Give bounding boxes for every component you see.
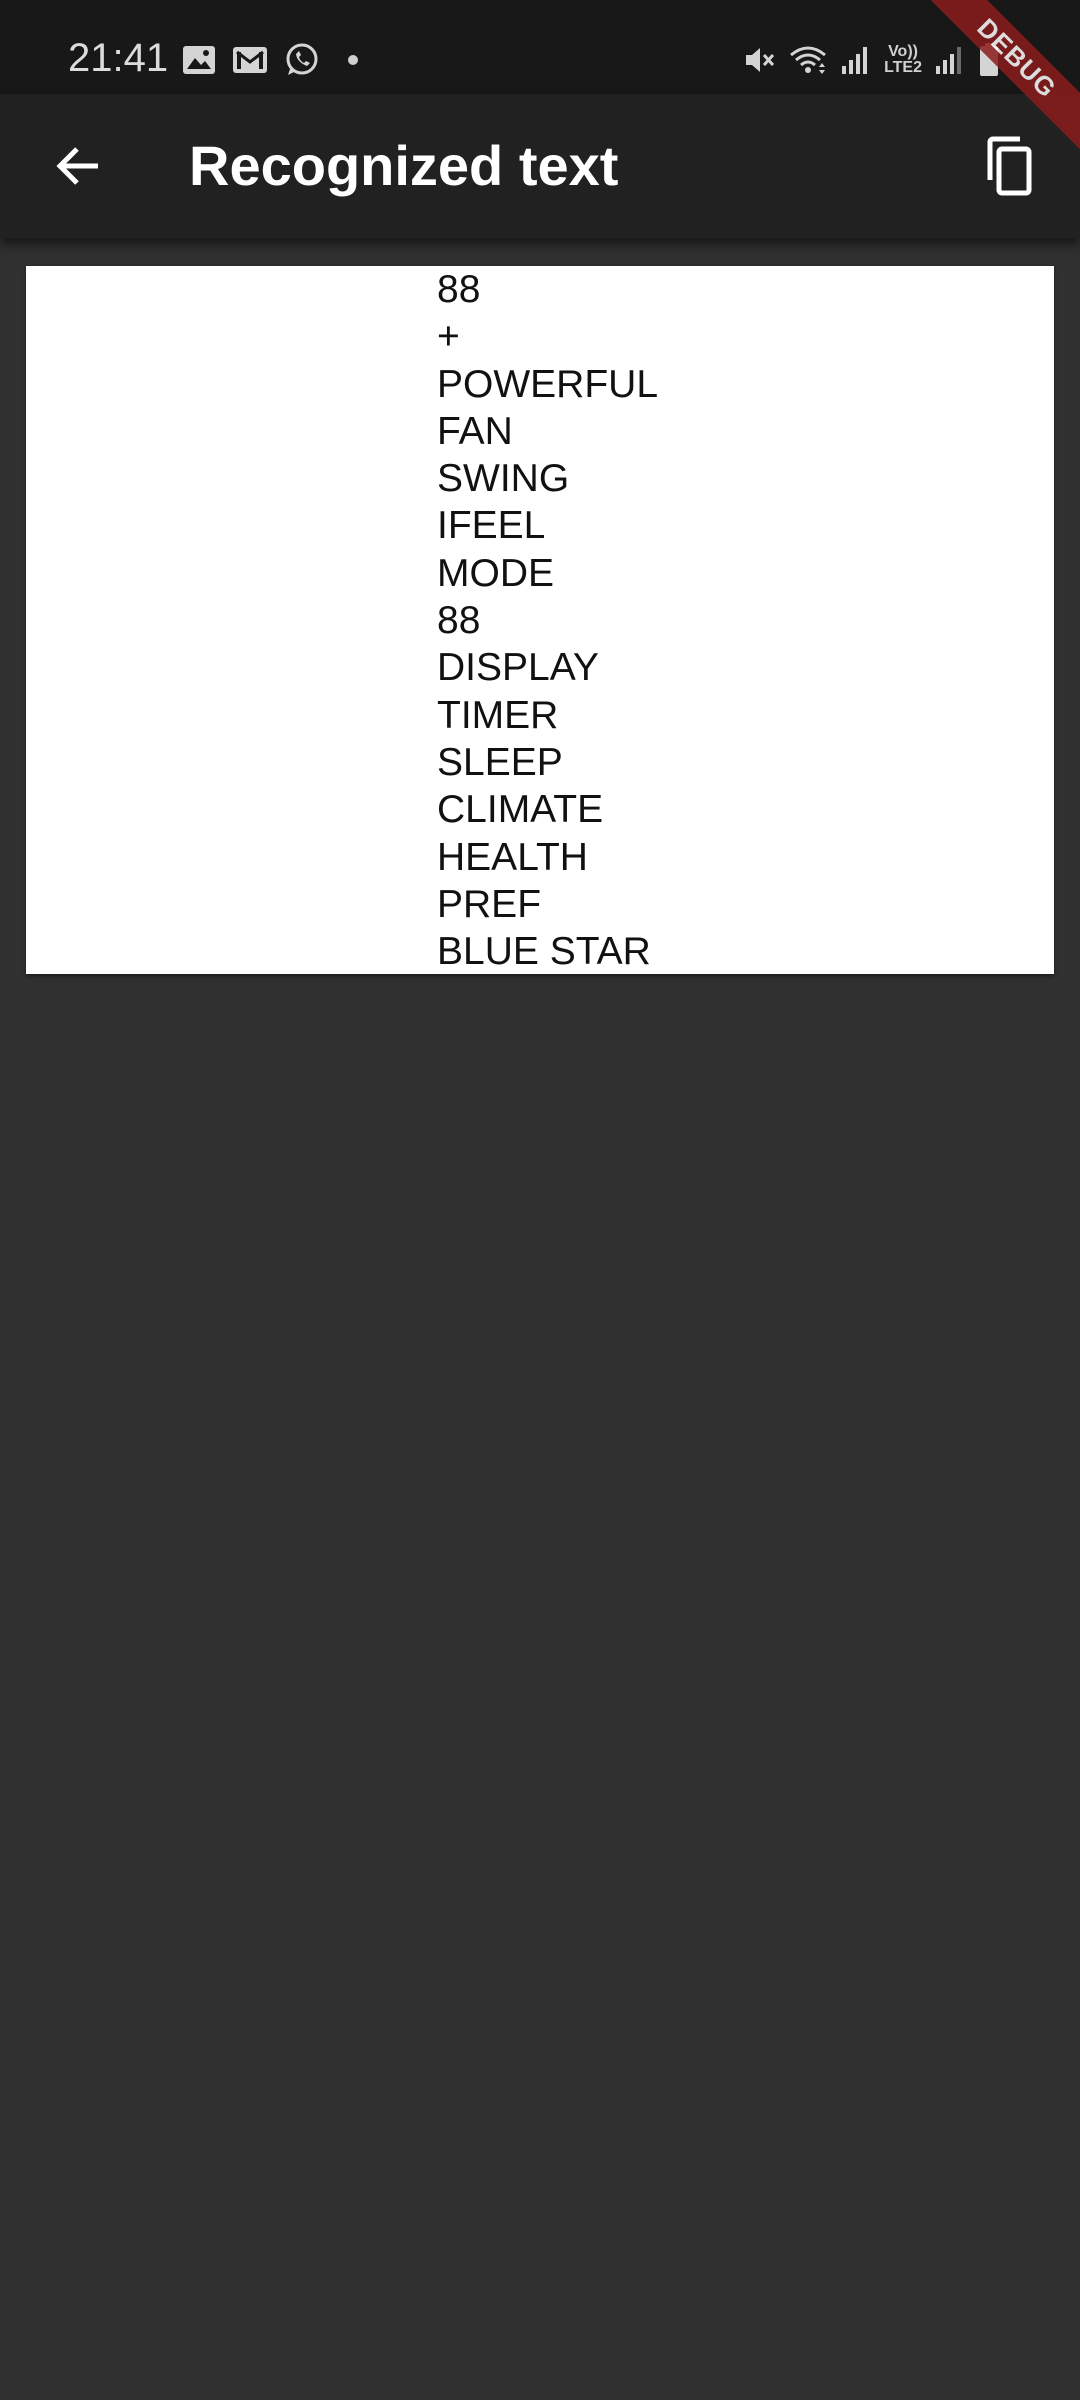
recognized-text-line: CLIMATE <box>437 788 604 832</box>
recognized-text-line: FAN <box>437 409 513 453</box>
recognized-text-line: IFEEL <box>437 504 546 548</box>
recognized-text-card: 88 + POWERFUL FAN SWING IFEEL MODE 88 DISPLAY TIM… <box>26 266 1054 974</box>
recognized-text-list: 88 + POWERFUL FAN SWING IFEEL MODE 88 DISPLAY TIM… <box>437 266 658 975</box>
volte-label-top: Vo)) <box>888 43 918 60</box>
recognized-text-line: PREF <box>437 882 542 926</box>
recognized-text-line: + <box>437 315 460 359</box>
status-left-icons <box>182 40 358 80</box>
mute-icon <box>742 43 776 77</box>
status-time: 21:41 <box>68 36 169 80</box>
recognized-text-line: HEALTH <box>437 835 588 879</box>
battery-icon <box>978 42 1000 78</box>
volte-icon: Vo)) LTE2 <box>884 44 922 76</box>
app-bar: Recognized text <box>0 94 1080 238</box>
recognized-text-line: MODE <box>437 551 554 595</box>
copy-icon <box>987 136 1032 196</box>
signal-icon <box>840 44 872 76</box>
arrow-back-icon <box>56 147 98 185</box>
status-bar: 21:41 Vo)) LTE2 <box>0 0 1080 94</box>
recognized-text-line: 88 <box>437 599 481 643</box>
gmail-icon <box>232 44 268 76</box>
page-title: Recognized text <box>189 134 619 197</box>
copy-button[interactable] <box>960 118 1056 214</box>
whatsapp-icon <box>284 42 320 78</box>
recognized-text-line: SWING <box>437 457 570 501</box>
signal-icon-2 <box>934 44 966 76</box>
recognized-text-line: 88 <box>437 268 481 311</box>
recognized-text-line: SLEEP <box>437 740 563 784</box>
gallery-icon <box>182 44 216 76</box>
recognized-text-line: BLUE STAR <box>437 930 651 974</box>
back-button[interactable] <box>30 118 126 214</box>
recognized-text-line: TIMER <box>437 693 559 737</box>
notification-dot <box>348 55 358 65</box>
wifi-icon <box>788 43 828 77</box>
volte-label-bottom: LTE2 <box>884 59 922 76</box>
recognized-text-line: POWERFUL <box>437 362 659 406</box>
recognized-text-line: DISPLAY <box>437 646 599 690</box>
status-right-icons: Vo)) LTE2 <box>742 40 1000 80</box>
